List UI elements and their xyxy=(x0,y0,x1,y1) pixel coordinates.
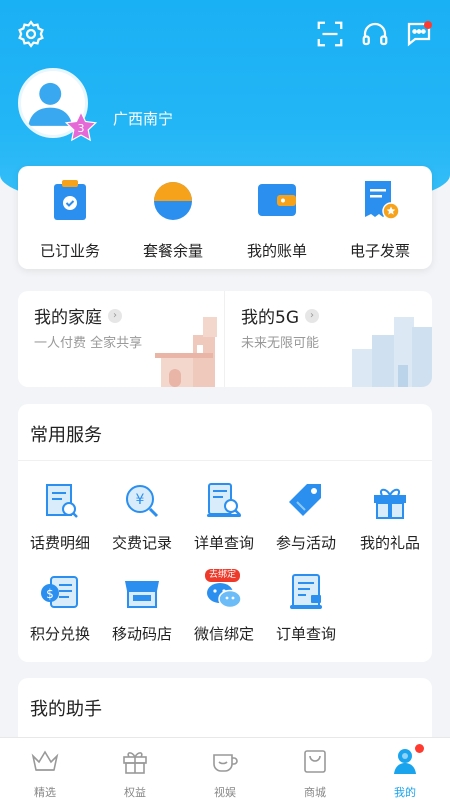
bill-detail-icon xyxy=(39,480,81,522)
tab-featured[interactable]: 精选 xyxy=(0,746,90,800)
invoice-icon xyxy=(358,178,402,222)
divider xyxy=(18,460,432,461)
section-title: 我的助手 xyxy=(30,699,102,720)
common-services-card: 常用服务 话费明细 ¥ 交费记录 详单查询 参与活动 我的礼品 $ 积分兑换 移… xyxy=(18,404,432,662)
quick-action-label: 套餐余量 xyxy=(142,242,203,260)
clipboard-check-icon xyxy=(48,178,92,222)
quick-action-bill[interactable]: 我的账单 xyxy=(227,178,327,261)
quick-action-invoice[interactable]: 电子发票 xyxy=(330,178,430,261)
service-label: 详单查询 xyxy=(193,534,254,552)
service-wechat-bind[interactable]: 去绑定 微信绑定 xyxy=(182,569,266,644)
tab-mall[interactable]: 商城 xyxy=(270,746,360,800)
quick-action-subscribed[interactable]: 已订业务 xyxy=(20,178,120,261)
service-label: 参与活动 xyxy=(275,534,336,552)
family-subtitle: 一人付费 全家共享 xyxy=(34,336,143,351)
level-number: 3 xyxy=(78,122,85,135)
my-5g-panel[interactable]: 我的5G › 未来无限可能 xyxy=(225,291,432,387)
chevron-right-icon: › xyxy=(305,308,319,323)
chevron-right-icon: › xyxy=(108,308,122,323)
wechat-icon: 去绑定 xyxy=(203,569,245,613)
document-search-icon xyxy=(203,480,245,522)
quick-actions-card: 已订业务 套餐余量 我的账单 电子发票 xyxy=(18,166,432,269)
gear-icon[interactable] xyxy=(15,18,47,50)
location-label[interactable]: 广西南宁 xyxy=(113,108,173,129)
tab-label: 视娱 xyxy=(214,786,236,799)
tab-label: 权益 xyxy=(124,786,146,799)
service-points-exchange[interactable]: $ 积分兑换 xyxy=(18,571,102,644)
gift-icon xyxy=(369,480,411,522)
quick-action-balance[interactable]: 套餐余量 xyxy=(123,178,223,261)
service-label: 移动码店 xyxy=(111,625,172,643)
service-detail-query[interactable]: 详单查询 xyxy=(182,480,266,553)
user-icon xyxy=(390,744,424,776)
service-store[interactable]: 移动码店 xyxy=(100,571,184,644)
quick-action-label: 我的账单 xyxy=(246,242,307,260)
points-exchange-icon: $ xyxy=(39,571,81,613)
bottom-tab-bar: 精选 权益 视娱 商城 我的 xyxy=(0,737,450,800)
5g-subtitle: 未来无限可能 xyxy=(241,336,320,351)
notification-dot xyxy=(424,21,432,29)
quick-action-label: 电子发票 xyxy=(349,242,410,260)
gift-box-icon xyxy=(120,746,150,776)
service-payment-record[interactable]: ¥ 交费记录 xyxy=(100,480,184,553)
bind-badge: 去绑定 xyxy=(205,569,241,582)
level-star-icon: 3 xyxy=(64,110,98,144)
headset-icon[interactable] xyxy=(359,18,391,50)
cup-icon xyxy=(210,746,240,776)
tab-label: 我的 xyxy=(394,786,416,799)
service-label: 积分兑换 xyxy=(29,625,90,643)
tab-mine[interactable]: 我的 xyxy=(360,744,450,800)
tab-benefits[interactable]: 权益 xyxy=(90,746,180,800)
family-title: 我的家庭 xyxy=(34,308,102,328)
house-illustration xyxy=(155,317,217,387)
shopping-bag-icon xyxy=(300,746,330,776)
order-search-icon xyxy=(285,571,327,613)
wallet-icon xyxy=(255,178,299,222)
service-bill-detail[interactable]: 话费明细 xyxy=(18,480,102,553)
tab-entertainment[interactable]: 视娱 xyxy=(180,746,270,800)
notification-dot xyxy=(415,744,424,753)
service-label: 微信绑定 xyxy=(193,625,254,643)
family-5g-card: 我的家庭 › 一人付费 全家共享 我的5G › 未来无限可能 xyxy=(18,291,432,387)
tab-label: 精选 xyxy=(34,786,56,799)
service-label: 交费记录 xyxy=(111,534,172,552)
service-activities[interactable]: 参与活动 xyxy=(264,480,348,553)
my-family-panel[interactable]: 我的家庭 › 一人付费 全家共享 xyxy=(18,291,225,387)
pie-chart-icon xyxy=(151,178,195,222)
tag-icon xyxy=(285,480,327,522)
section-title: 常用服务 xyxy=(30,425,102,446)
svg-text:¥: ¥ xyxy=(136,492,145,508)
5g-title: 我的5G xyxy=(241,308,299,328)
scan-icon[interactable] xyxy=(314,18,346,50)
store-icon xyxy=(121,571,163,613)
service-label: 话费明细 xyxy=(29,534,90,552)
service-order-query[interactable]: 订单查询 xyxy=(264,571,348,644)
tab-label: 商城 xyxy=(304,786,326,799)
svg-text:$: $ xyxy=(46,587,54,601)
service-label: 我的礼品 xyxy=(359,534,420,552)
service-my-gifts[interactable]: 我的礼品 xyxy=(348,480,432,553)
yuan-search-icon: ¥ xyxy=(121,480,163,522)
service-label: 订单查询 xyxy=(275,625,336,643)
crown-icon xyxy=(30,746,60,776)
quick-action-label: 已订业务 xyxy=(39,242,100,260)
city-illustration xyxy=(352,317,432,387)
